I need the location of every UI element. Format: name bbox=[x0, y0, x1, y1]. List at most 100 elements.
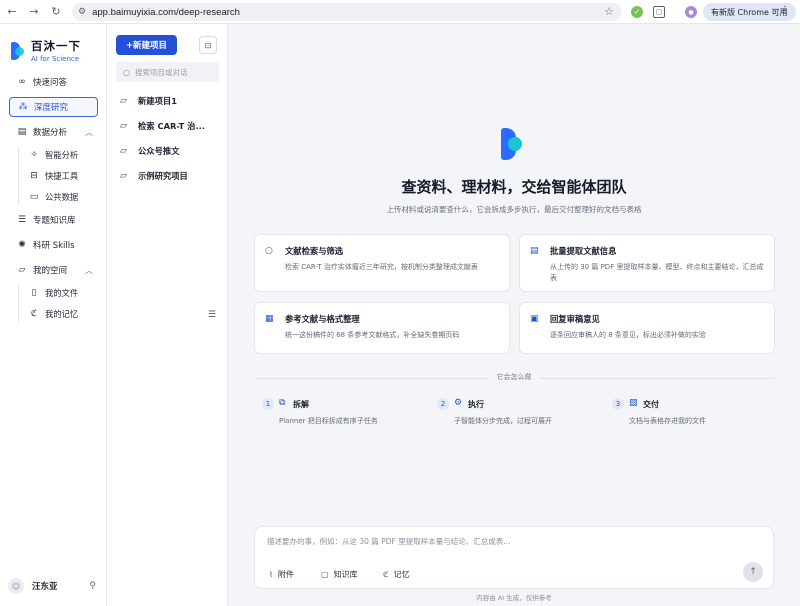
clipboard-icon: ▦ bbox=[265, 314, 274, 324]
sidebar-item-my-space[interactable]: ▱ 我的空间 ︿ bbox=[0, 260, 107, 280]
project-list: ▱ 新建项目1 ▱ 检索 CAR-T 治... ▱ 公众号推文 ▱ 示例研究项目 bbox=[107, 91, 228, 191]
step-description: Planner 把目标拆成有序子任务 bbox=[279, 417, 378, 425]
collapse-panel-icon[interactable]: ⊡ bbox=[199, 36, 217, 54]
card-title: 参考文献与格式整理 bbox=[285, 314, 360, 324]
step-description: 子智能体分步完成，过程可展开 bbox=[454, 417, 552, 425]
search-icon: ○ bbox=[123, 67, 130, 77]
memory-icon: ℭ bbox=[383, 570, 389, 579]
project-search-input[interactable] bbox=[134, 67, 215, 77]
step-title: 执行 bbox=[468, 400, 484, 409]
step-title: 拆解 bbox=[293, 400, 309, 409]
step-number: 1 bbox=[262, 398, 274, 410]
card-title: 批量提取文献信息 bbox=[550, 246, 617, 256]
sidebar-item-skills[interactable]: ✺ 科研 Skills bbox=[0, 235, 107, 255]
forward-arrow-icon[interactable]: → bbox=[26, 4, 42, 20]
split-icon: ⧉ bbox=[279, 398, 286, 408]
attach-button[interactable]: ⌇ 附件 bbox=[269, 569, 294, 580]
example-card-literature-search[interactable]: ○ 文献检索与筛选 检索 CAR-T 治疗实体瘤近三年研究，按机制分类整理成文献… bbox=[254, 234, 510, 292]
chevron-up-icon[interactable]: ︿ bbox=[85, 127, 93, 138]
example-card-reference-format[interactable]: ▦ 参考文献与格式整理 统一这份稿件的 68 条参考文献格式，补全缺失卷期页码 bbox=[254, 302, 510, 354]
sidebar-item-label: 公共数据 bbox=[45, 192, 79, 202]
sidebar-item-my-files[interactable]: ▯ 我的文件 bbox=[19, 285, 107, 301]
sidebar-item-label: 快捷工具 bbox=[45, 171, 79, 181]
step-title: 交付 bbox=[643, 400, 659, 409]
page-subtitle: 上传材料或说清要查什么，它会拆成多步执行，最后交付整理好的文档与表格 bbox=[386, 205, 642, 214]
more-menu-icon[interactable]: ⋮ bbox=[780, 5, 790, 16]
list-item[interactable]: ▱ 示例研究项目 bbox=[107, 166, 228, 186]
sidebar-item-label: 我的文件 bbox=[45, 288, 79, 298]
bookmark-star-icon[interactable]: ☆ bbox=[604, 5, 614, 18]
send-button[interactable]: ↑ bbox=[743, 562, 763, 582]
avatar[interactable]: ☺ bbox=[8, 578, 24, 594]
sidebar-item-data-analysis[interactable]: ▤ 数据分析 ︿ bbox=[0, 122, 107, 142]
memory-icon: ℭ bbox=[30, 309, 38, 319]
magic-wand-icon: ✧ bbox=[30, 150, 38, 160]
list-item[interactable]: ▱ 公众号推文 bbox=[107, 141, 228, 161]
project-name: 公众号推文 bbox=[138, 146, 180, 156]
back-arrow-icon[interactable]: ← bbox=[4, 4, 20, 20]
brand-logo[interactable]: 百沐一下 AI for Science bbox=[11, 38, 81, 63]
sidebar-item-smart-analysis[interactable]: ✧ 智能分析 bbox=[19, 147, 107, 163]
sidebar-item-label: 我的记忆 bbox=[45, 309, 79, 319]
search-icon: ○ bbox=[265, 246, 273, 256]
sparkle-icon: ✺ bbox=[18, 240, 26, 250]
extensions-puzzle-icon[interactable]: ▢ bbox=[653, 6, 665, 18]
sidebar-item-public-data[interactable]: ▭ 公共数据 bbox=[19, 189, 107, 205]
sidebar-item-deep-research[interactable]: ⁂ 深度研究 bbox=[9, 97, 98, 117]
browser-toolbar: ← → ↻ ⚙ app.baimuyixia.com/deep-research… bbox=[0, 0, 800, 24]
location-pin-icon[interactable]: ⚲ bbox=[89, 581, 96, 591]
chevron-up-icon[interactable]: ︿ bbox=[85, 265, 93, 276]
main-content: 查资料、理材料，交给智能体团队 上传材料或说清要查什么，它会拆成多步执行，最后交… bbox=[228, 24, 800, 606]
card-description: 逐条回应审稿人的 8 条意见，标出必须补做的实验 bbox=[550, 331, 706, 339]
tool-label: 附件 bbox=[277, 570, 294, 579]
my-space-submenu: ▯ 我的文件 ℭ 我的记忆 bbox=[18, 285, 107, 322]
chrome-update-button[interactable]: 有新版 Chrome 可用 ⋮ bbox=[703, 3, 796, 21]
project-name: 检索 CAR-T 治... bbox=[138, 121, 205, 131]
extension-check-icon[interactable]: ✓ bbox=[631, 6, 643, 18]
knowledge-base-button[interactable]: ▢ 知识库 bbox=[321, 569, 358, 580]
new-project-button[interactable]: +新建项目 bbox=[116, 35, 177, 55]
task-input[interactable] bbox=[267, 536, 747, 552]
sidebar-item-quick-qa[interactable]: ∞ 快速问答 bbox=[0, 72, 107, 92]
sidebar-item-knowledge-base[interactable]: ☰ 专题知识库 bbox=[0, 210, 107, 230]
chart-icon: ▤ bbox=[17, 127, 27, 137]
brand-tagline: AI for Science bbox=[31, 55, 80, 63]
memory-button[interactable]: ℭ 记忆 bbox=[383, 569, 410, 580]
book-icon: ▢ bbox=[321, 570, 329, 579]
url-text[interactable]: app.baimuyixia.com/deep-research bbox=[92, 7, 240, 18]
comment-icon: ▣ bbox=[530, 314, 539, 324]
folder-icon: ▱ bbox=[120, 121, 127, 131]
project-name: 示例研究项目 bbox=[138, 171, 188, 181]
folder-icon: ▱ bbox=[120, 96, 127, 106]
brand-mark-icon bbox=[11, 41, 25, 60]
file-icon: ▯ bbox=[31, 288, 37, 298]
chat-composer: ⌇ 附件 ▢ 知识库 ℭ 记忆 ↑ bbox=[254, 526, 774, 589]
site-settings-icon[interactable]: ⚙ bbox=[78, 7, 86, 17]
example-card-batch-extract[interactable]: ▤ 批量提取文献信息 从上传的 30 篇 PDF 里提取样本量、模型、终点和主要… bbox=[519, 234, 775, 292]
list-item[interactable]: ▱ 检索 CAR-T 治... bbox=[107, 116, 228, 136]
tool-label: 记忆 bbox=[393, 570, 410, 579]
reload-icon[interactable]: ↻ bbox=[48, 4, 64, 20]
main-sidebar: 百沐一下 AI for Science ∞ 快速问答 ⁂ 深度研究 ▤ 数据分析… bbox=[0, 24, 107, 606]
project-search[interactable]: ○ bbox=[116, 62, 219, 82]
brand-name: 百沐一下 bbox=[31, 39, 81, 53]
app-root: 百沐一下 AI for Science ∞ 快速问答 ⁂ 深度研究 ▤ 数据分析… bbox=[0, 24, 800, 606]
list-item[interactable]: ▱ 新建项目1 bbox=[107, 91, 228, 111]
data-analysis-submenu: ✧ 智能分析 ⊟ 快捷工具 ▭ 公共数据 bbox=[18, 147, 107, 205]
card-title: 回复审稿意见 bbox=[550, 314, 600, 324]
how-label-text: 它会怎么做 bbox=[488, 373, 540, 381]
research-grid-icon: ⁂ bbox=[18, 102, 28, 112]
panel-toggle-icon[interactable]: ☰ bbox=[208, 310, 216, 320]
sidebar-item-label: 深度研究 bbox=[34, 103, 69, 113]
example-card-review-reply[interactable]: ▣ 回复审稿意见 逐条回应审稿人的 8 条意见，标出必须补做的实验 bbox=[519, 302, 775, 354]
sidebar-item-label: 我的空间 bbox=[33, 266, 68, 276]
user-profile[interactable]: ☺ 汪东亚 ⚲ bbox=[8, 578, 100, 594]
folder-icon: ▱ bbox=[120, 171, 127, 181]
card-title: 文献检索与筛选 bbox=[285, 246, 344, 256]
sidebar-item-quick-tools[interactable]: ⊟ 快捷工具 bbox=[19, 168, 107, 184]
profile-avatar-icon[interactable]: ● bbox=[685, 6, 697, 18]
address-bar[interactable]: ⚙ app.baimuyixia.com/deep-research ☆ bbox=[72, 3, 622, 21]
sidebar-item-my-memory[interactable]: ℭ 我的记忆 bbox=[19, 306, 107, 322]
card-description: 检索 CAR-T 治疗实体瘤近三年研究，按机制分类整理成文献表 bbox=[285, 263, 478, 271]
sidebar-menu: ∞ 快速问答 ⁂ 深度研究 ▤ 数据分析 ︿ ✧ 智能分析 ⊟ 快捷工具 ▭ 公… bbox=[0, 72, 107, 327]
